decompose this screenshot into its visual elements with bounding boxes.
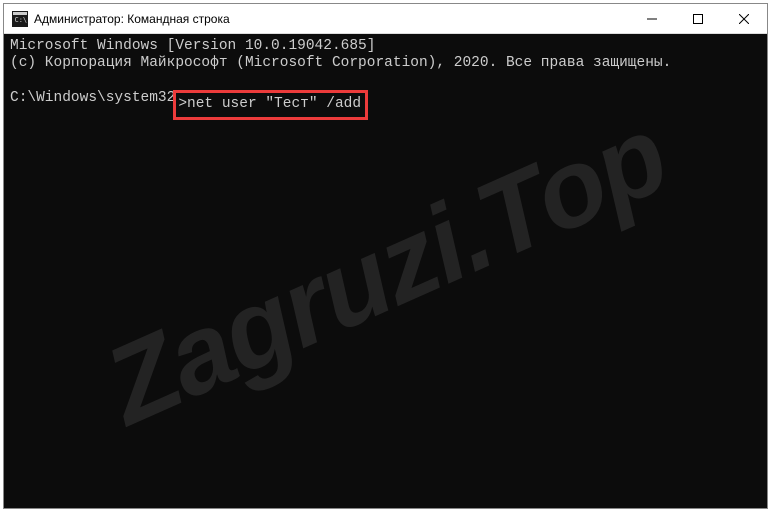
window-title: Администратор: Командная строка (34, 12, 629, 26)
command-text: >net user "Тест" /add (178, 96, 361, 112)
command-highlight: >net user "Тест" /add (173, 90, 368, 119)
minimize-button[interactable] (629, 4, 675, 33)
blank-line (10, 73, 761, 90)
version-line: Microsoft Windows [Version 10.0.19042.68… (10, 38, 761, 55)
window-controls (629, 4, 767, 33)
terminal-body[interactable]: Microsoft Windows [Version 10.0.19042.68… (4, 34, 767, 508)
cmd-icon: C:\ (12, 11, 28, 27)
prompt-path: C:\Windows\system32 (10, 90, 175, 119)
watermark-text: Zagruzi.Top (86, 89, 685, 452)
svg-text:C:\: C:\ (15, 16, 28, 24)
copyright-line: (c) Корпорация Майкрософт (Microsoft Cor… (10, 55, 761, 72)
close-button[interactable] (721, 4, 767, 33)
prompt-line: C:\Windows\system32>net user "Тест" /add (10, 90, 761, 119)
titlebar[interactable]: C:\ Администратор: Командная строка (4, 4, 767, 34)
maximize-button[interactable] (675, 4, 721, 33)
command-prompt-window: C:\ Администратор: Командная строка Micr… (3, 3, 768, 509)
